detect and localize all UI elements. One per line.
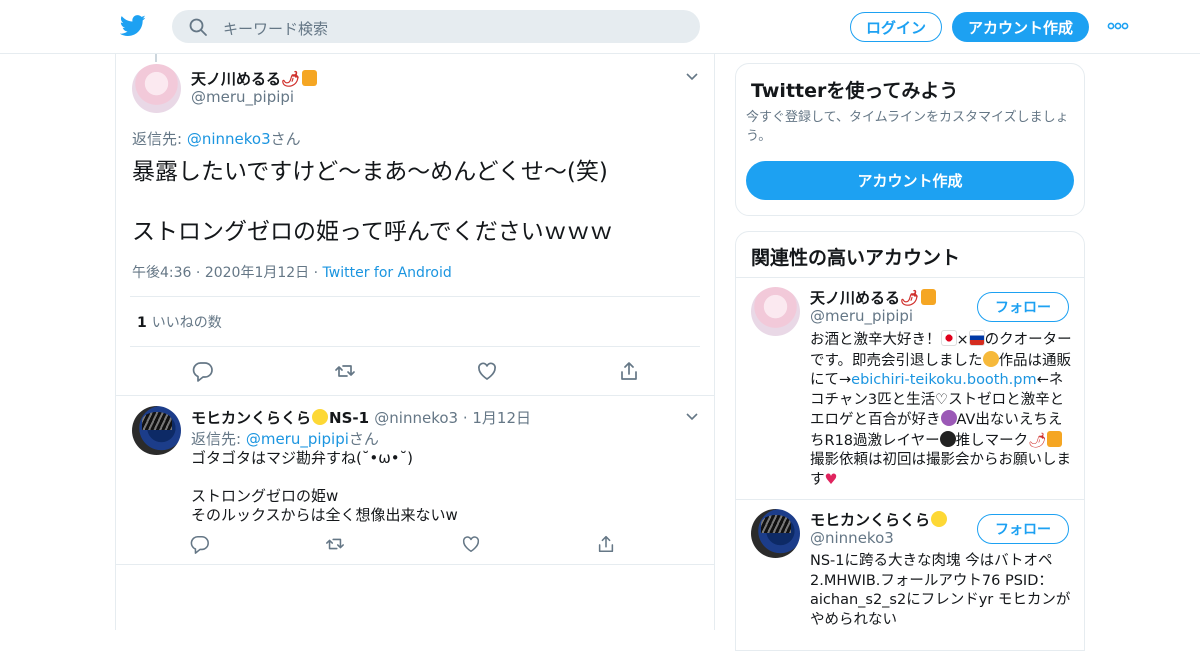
- clown-emoji-icon: [931, 511, 948, 527]
- avatar[interactable]: [132, 406, 181, 455]
- reply-suffix: さん: [348, 430, 379, 448]
- search-icon: [189, 18, 207, 36]
- red-heart-icon: ♥: [824, 471, 838, 488]
- tweet-date[interactable]: 2020年1月12日: [205, 265, 309, 281]
- main-column: 天ノ川めるる🌶 @meru_pipipi 返信先: @ninneko3さん 暴露…: [115, 54, 715, 630]
- display-name[interactable]: モヒカンくらくら: [191, 409, 311, 427]
- name-suffix[interactable]: NS-1: [329, 409, 369, 427]
- reply-suffix: さん: [270, 130, 301, 148]
- display-name[interactable]: モヒカンくらくら: [810, 511, 930, 529]
- share-icon[interactable]: [596, 534, 616, 554]
- bio-text: 撮影依頼は初回は撮影会からお願いします: [810, 452, 1071, 488]
- thread-connector: [155, 54, 157, 62]
- chili-emoji-icon: 🌶: [900, 289, 920, 307]
- russia-flag-icon: [968, 330, 985, 346]
- chili-emoji-icon: 🌶: [281, 70, 301, 88]
- chevron-down-icon[interactable]: [685, 72, 699, 82]
- like-icon[interactable]: [461, 534, 481, 554]
- purple-heart-icon: [940, 410, 957, 426]
- beer-emoji-icon: [1046, 430, 1062, 447]
- no-under-18-icon: [939, 430, 956, 447]
- clown-emoji-icon: [312, 409, 329, 425]
- avatar[interactable]: [132, 64, 181, 113]
- reply-prefix: 返信先:: [132, 130, 187, 148]
- more-dots-icon[interactable]: [1107, 20, 1129, 32]
- divider: [116, 564, 714, 565]
- divider: [116, 395, 714, 396]
- display-name[interactable]: 天ノ川めるる: [810, 289, 900, 307]
- share-icon[interactable]: [618, 360, 640, 382]
- divider: [130, 296, 700, 297]
- reply-icon[interactable]: [192, 360, 214, 382]
- cat-emoji-icon: [982, 350, 999, 367]
- reply-text: ゴタゴタはマジ勘弁すね(˘•ω•˘) ストロングゼロの姫w そのルックスからは全…: [191, 449, 458, 524]
- beer-emoji-icon: [302, 70, 318, 86]
- account-bio: NS-1に跨る大きな肉塊 今はバトオペ2.MHWIB.フォールアウト76 PSI…: [810, 553, 1071, 628]
- top-navigation: キーワード検索 ログイン アカウント作成: [0, 0, 1200, 54]
- tweet-meta: 午後4:36 · 2020年1月12日 · Twitter for Androi…: [132, 265, 452, 281]
- divider: [130, 346, 700, 347]
- tweet-text-line2: ストロングゼロの姫って呼んでくださいｗｗｗ: [132, 219, 613, 245]
- retweet-icon[interactable]: [325, 534, 345, 554]
- tweet-time[interactable]: 午後4:36: [132, 265, 191, 281]
- like-count: 1: [137, 315, 147, 331]
- signup-card: Twitterを使ってみよう 今すぐ登録して、タイムラインをカスタマイズしましょ…: [735, 63, 1085, 216]
- retweet-icon[interactable]: [334, 360, 356, 382]
- reply-context: 返信先: @ninneko3さん: [132, 128, 301, 149]
- like-stats[interactable]: 1 いいねの数: [137, 312, 222, 332]
- divider: [736, 277, 1084, 278]
- tweet-source-link[interactable]: Twitter for Android: [323, 265, 452, 281]
- follow-button[interactable]: フォロー: [977, 292, 1069, 322]
- account-name[interactable]: 天ノ川めるる🌶: [810, 287, 937, 308]
- bio-link[interactable]: ebichiri-teikoku.booth.pm: [851, 372, 1036, 388]
- reply-prefix: 返信先:: [191, 430, 246, 448]
- signup-card-button[interactable]: アカウント作成: [746, 161, 1074, 200]
- like-icon[interactable]: [476, 360, 498, 382]
- login-button[interactable]: ログイン: [850, 12, 942, 42]
- account-name[interactable]: モヒカンくらくら: [810, 509, 948, 530]
- account-handle[interactable]: @meru_pipipi: [810, 307, 913, 325]
- avatar[interactable]: [751, 287, 800, 336]
- reply-to-link[interactable]: @meru_pipipi: [246, 430, 349, 448]
- search-bar[interactable]: キーワード検索: [172, 10, 700, 43]
- chili-emoji-icon: 🌶: [1028, 432, 1047, 449]
- bio-text: お酒と激辛大好き！: [810, 332, 941, 348]
- reply-context: 返信先: @meru_pipipiさん: [191, 428, 379, 449]
- reply-icon[interactable]: [190, 534, 210, 554]
- chevron-down-icon[interactable]: [685, 412, 699, 422]
- bio-text: 推しマーク: [955, 432, 1029, 449]
- account-bio: お酒と激辛大好き！ × のクオーターです。即売会引退しました 作品は通販にて→ebic…: [810, 330, 1072, 490]
- tweet-author-name[interactable]: 天ノ川めるる🌶: [191, 68, 318, 89]
- like-label: いいねの数: [151, 315, 222, 331]
- reply-author-row: モヒカンくらくら NS-1 @ninneko3 · 1月12日: [191, 409, 532, 427]
- twitter-bird-icon[interactable]: [120, 14, 146, 38]
- signup-card-title: Twitterを使ってみよう: [751, 80, 959, 102]
- search-input[interactable]: キーワード検索: [223, 18, 328, 39]
- tweet-text-line1: 暴露したいですけど～まあ～めんどくせ～(笑): [132, 159, 608, 185]
- related-accounts-card: 関連性の高いアカウント 天ノ川めるる🌶 @meru_pipipi フォロー お酒…: [735, 231, 1085, 651]
- bio-text: ×: [956, 332, 969, 348]
- beer-emoji-icon: [921, 289, 937, 305]
- tweet-author-handle[interactable]: @meru_pipipi: [191, 88, 294, 106]
- japan-flag-icon: [940, 330, 957, 346]
- display-name[interactable]: 天ノ川めるる: [191, 70, 281, 88]
- signup-card-subtitle: 今すぐ登録して、タイムラインをカスタマイズしましょう。: [746, 110, 1069, 144]
- related-card-title: 関連性の高いアカウント: [751, 247, 961, 269]
- reply-to-link[interactable]: @ninneko3: [187, 130, 271, 148]
- follow-button[interactable]: フォロー: [977, 514, 1069, 544]
- divider: [736, 499, 1084, 500]
- account-handle[interactable]: @ninneko3: [810, 529, 894, 547]
- avatar[interactable]: [751, 509, 800, 558]
- reply-date[interactable]: 1月12日: [472, 409, 531, 427]
- signup-button[interactable]: アカウント作成: [952, 12, 1089, 42]
- reply-author-handle[interactable]: @ninneko3: [374, 409, 458, 427]
